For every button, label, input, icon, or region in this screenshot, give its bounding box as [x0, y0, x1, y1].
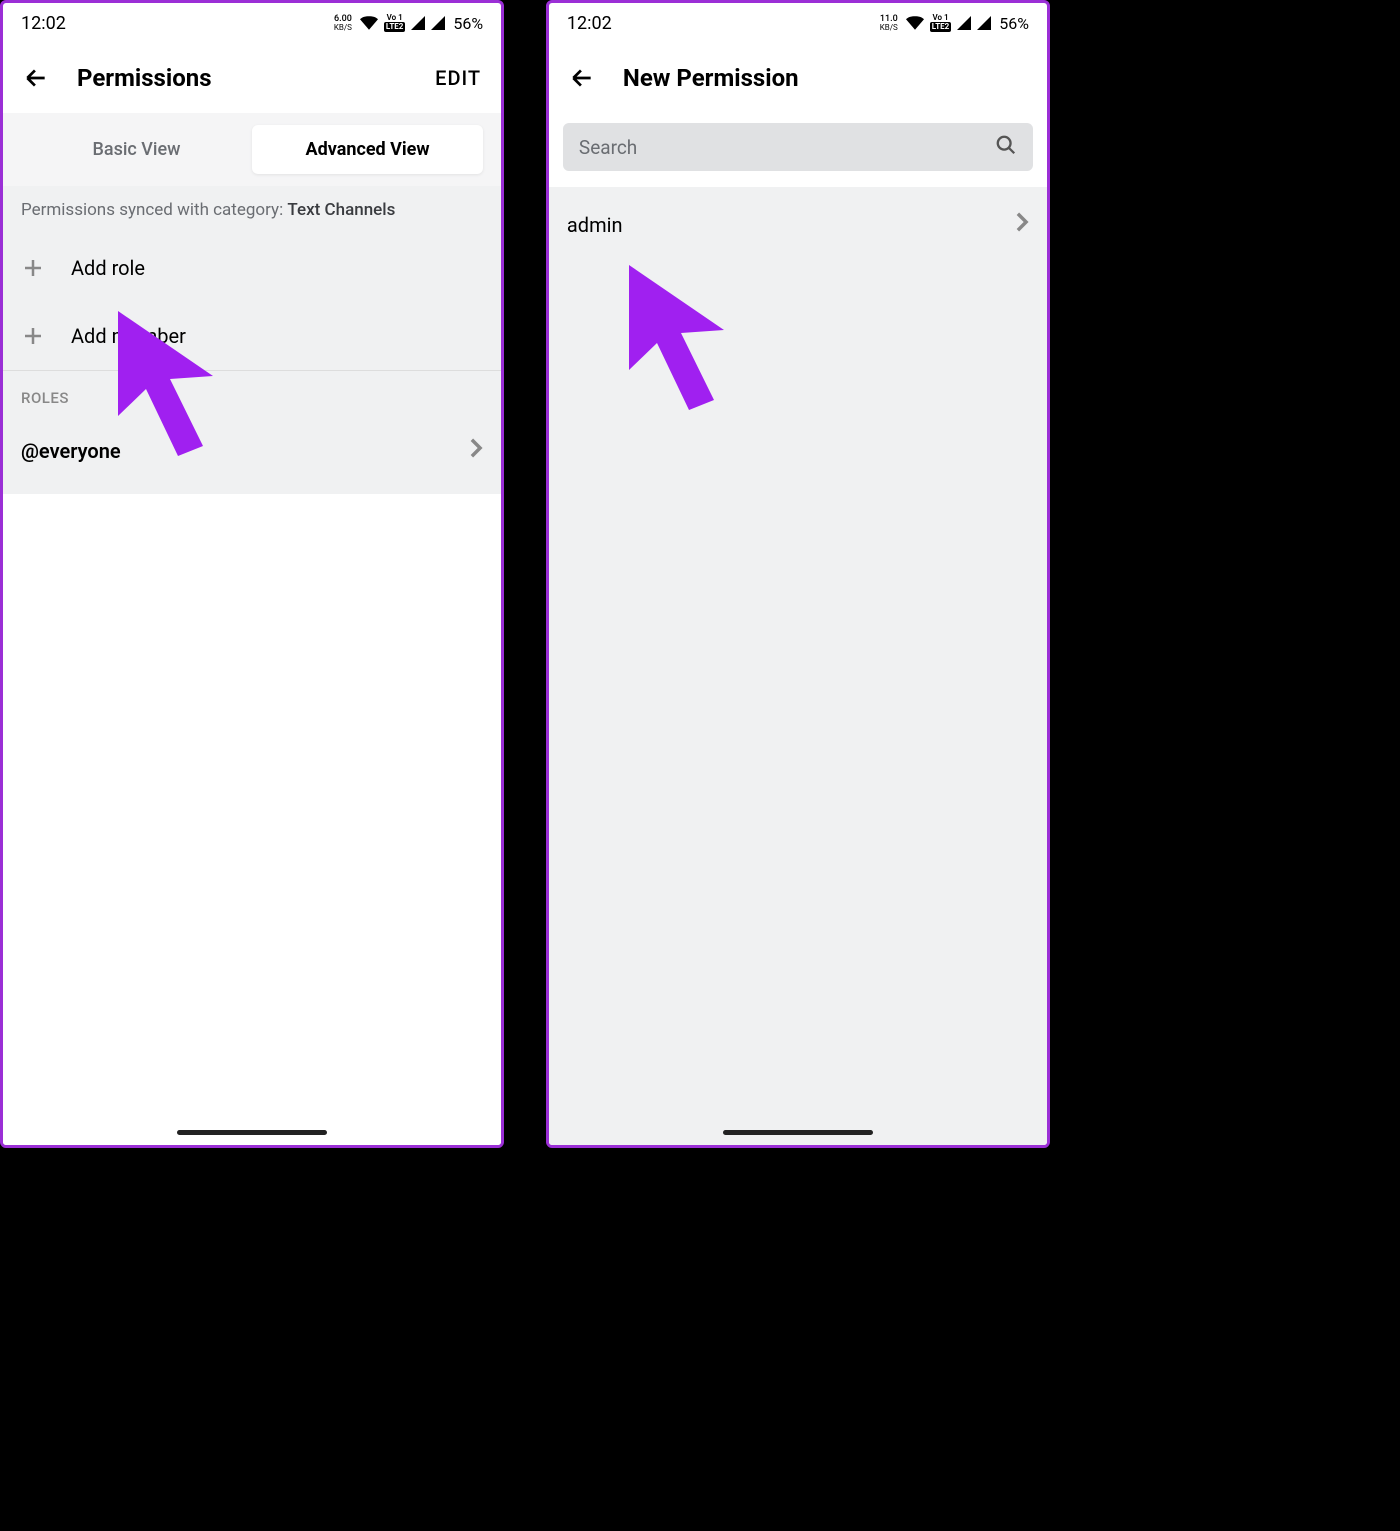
- signal-icon-2: [431, 16, 445, 30]
- roles-section-label: ROLES: [3, 371, 501, 417]
- chevron-right-icon: [1015, 211, 1029, 238]
- status-icons: 11.0 KB/S Vo 1 LTE2 56%: [880, 14, 1029, 33]
- status-time: 12:02: [21, 13, 66, 34]
- tab-advanced-view[interactable]: Advanced View: [252, 125, 483, 174]
- add-section: Add role Add member: [3, 234, 501, 370]
- sync-banner: Permissions synced with category: Text C…: [3, 186, 501, 234]
- wifi-icon: [906, 16, 924, 30]
- sync-category-name: Text Channels: [287, 200, 395, 220]
- app-header: Permissions EDIT: [3, 43, 501, 113]
- tab-basic-view[interactable]: Basic View: [21, 125, 252, 174]
- back-button[interactable]: [569, 65, 595, 91]
- add-role-label: Add role: [71, 256, 145, 280]
- empty-area: [3, 494, 501, 1145]
- wifi-icon: [360, 16, 378, 30]
- search-input[interactable]: Search: [563, 123, 1033, 171]
- edit-button[interactable]: EDIT: [435, 66, 481, 90]
- lte-badge: Vo 1 LTE2: [930, 14, 952, 32]
- lte-badge: Vo 1 LTE2: [384, 14, 406, 32]
- search-placeholder: Search: [579, 136, 985, 159]
- home-indicator[interactable]: [723, 1130, 873, 1135]
- signal-icon-1: [411, 16, 425, 30]
- status-time: 12:02: [567, 13, 612, 34]
- role-everyone-label: @everyone: [21, 439, 121, 463]
- phone-screen-permissions: 12:02 6.00 KB/S Vo 1 LTE2 56% Permission…: [0, 0, 504, 1148]
- results-section: admin: [549, 187, 1047, 1145]
- app-header: New Permission: [549, 43, 1047, 113]
- battery-percent: 56%: [999, 14, 1029, 33]
- status-bar: 12:02 6.00 KB/S Vo 1 LTE2 56%: [3, 3, 501, 43]
- home-indicator[interactable]: [177, 1130, 327, 1135]
- plus-icon: [21, 256, 45, 280]
- network-speed: 6.00 KB/S: [334, 15, 352, 32]
- plus-icon: [21, 324, 45, 348]
- page-title: Permissions: [77, 64, 407, 92]
- search-container: Search: [549, 113, 1047, 187]
- signal-icon-1: [957, 16, 971, 30]
- signal-icon-2: [977, 16, 991, 30]
- result-admin-label: admin: [567, 213, 623, 237]
- role-everyone[interactable]: @everyone: [3, 417, 501, 494]
- add-member-label: Add member: [71, 324, 186, 348]
- battery-percent: 56%: [453, 14, 483, 33]
- status-icons: 6.00 KB/S Vo 1 LTE2 56%: [334, 14, 483, 33]
- page-title: New Permission: [623, 64, 1027, 92]
- add-member-button[interactable]: Add member: [3, 302, 501, 370]
- chevron-right-icon: [469, 437, 483, 464]
- add-role-button[interactable]: Add role: [3, 234, 501, 302]
- network-speed: 11.0 KB/S: [880, 15, 898, 32]
- search-icon: [995, 134, 1017, 160]
- result-admin[interactable]: admin: [549, 187, 1047, 262]
- phone-screen-new-permission: 12:02 11.0 KB/S Vo 1 LTE2 56% New Permis…: [546, 0, 1050, 1148]
- back-button[interactable]: [23, 65, 49, 91]
- view-tabs: Basic View Advanced View: [3, 113, 501, 186]
- status-bar: 12:02 11.0 KB/S Vo 1 LTE2 56%: [549, 3, 1047, 43]
